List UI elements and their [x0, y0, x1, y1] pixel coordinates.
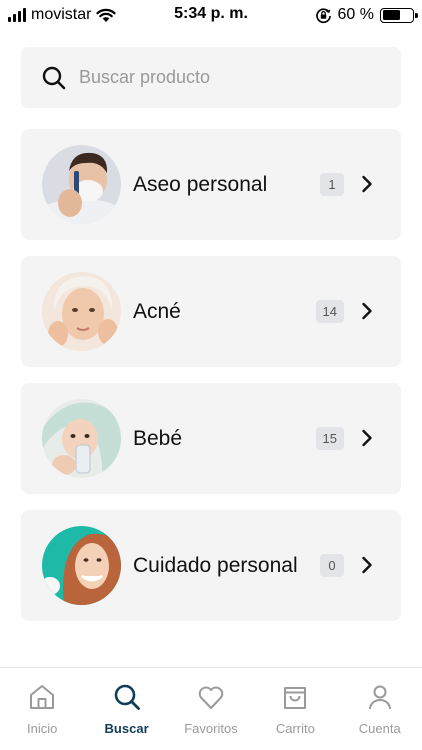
category-card-bebe[interactable]: Bebé 15	[21, 383, 401, 494]
rotation-lock-icon	[315, 7, 331, 23]
nav-item-favoritos[interactable]: Favoritos	[169, 668, 253, 750]
bag-icon	[284, 687, 307, 709]
category-label: Acné	[133, 299, 181, 323]
category-count-badge: 15	[315, 427, 344, 450]
nav-label: Inicio	[27, 721, 58, 736]
nav-item-buscar[interactable]: Buscar	[84, 668, 168, 750]
battery-icon	[380, 7, 418, 23]
category-count-badge: 14	[315, 300, 344, 323]
status-bar: movistar 5:34 p. m. 60 %	[0, 0, 422, 30]
nav-item-inicio[interactable]: Inicio	[0, 668, 84, 750]
nav-label: Buscar	[104, 721, 149, 736]
chevron-right-icon	[362, 175, 372, 193]
search-input[interactable]	[79, 67, 369, 88]
category-label: Bebé	[133, 426, 183, 450]
heart-icon	[198, 686, 224, 709]
nav-item-cuenta[interactable]: Cuenta	[338, 668, 422, 750]
category-list: Aseo personal 1 Acné 14 Bebé 15 Cuidado …	[21, 129, 401, 637]
status-right: 60 %	[315, 4, 418, 26]
bottom-nav: Inicio Buscar Favoritos Carrito Cuenta	[0, 667, 422, 750]
search-icon	[114, 684, 140, 710]
search-bar[interactable]	[21, 47, 401, 108]
woman-skincare-photo	[42, 272, 121, 351]
home-icon	[30, 685, 55, 709]
category-label: Cuidado personal	[133, 553, 298, 577]
nav-label: Carrito	[275, 721, 315, 736]
chevron-right-icon	[362, 302, 372, 320]
battery-level	[382, 10, 400, 20]
category-card-aseo-personal[interactable]: Aseo personal 1	[21, 129, 401, 240]
chevron-right-icon	[362, 429, 372, 447]
nav-label: Cuenta	[358, 721, 401, 736]
smiling-woman-photo	[42, 526, 121, 605]
man-shaving-photo	[42, 145, 121, 224]
baby-bottle-photo	[42, 399, 121, 478]
category-label: Aseo personal	[133, 172, 268, 196]
category-count-badge: 0	[320, 554, 344, 577]
search-icon	[42, 66, 66, 89]
category-count-badge: 1	[320, 173, 344, 196]
category-card-cuidado-personal[interactable]: Cuidado personal 0	[21, 510, 401, 621]
user-icon	[368, 685, 391, 710]
nav-label: Favoritos	[184, 721, 238, 736]
chevron-right-icon	[362, 556, 372, 574]
nav-item-carrito[interactable]: Carrito	[253, 668, 337, 750]
battery-percent: 60 %	[337, 6, 374, 23]
category-card-acne[interactable]: Acné 14	[21, 256, 401, 367]
